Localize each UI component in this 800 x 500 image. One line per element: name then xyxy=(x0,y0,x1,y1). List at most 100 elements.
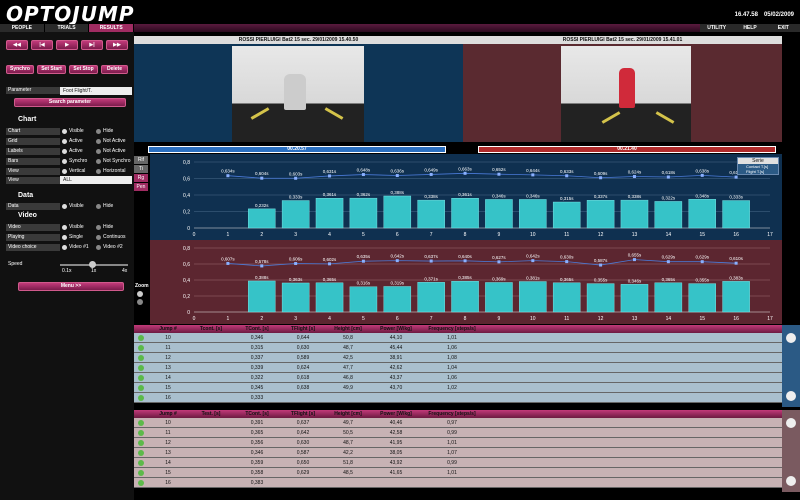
video-option2-radio[interactable] xyxy=(96,235,101,240)
line-point[interactable] xyxy=(294,262,298,266)
line-point[interactable] xyxy=(226,261,230,265)
nav-utility[interactable]: UTILITY xyxy=(700,24,733,32)
bar[interactable] xyxy=(349,286,378,313)
prev-button[interactable]: |◀ xyxy=(31,40,53,50)
row-check-icon[interactable] xyxy=(134,438,148,447)
scroll-down[interactable] xyxy=(786,391,796,401)
set-stop-button[interactable]: Set Stop xyxy=(69,65,98,74)
nav-help[interactable]: HELP xyxy=(733,24,766,32)
bar[interactable] xyxy=(485,282,513,313)
nav-exit[interactable]: EXIT xyxy=(767,24,800,32)
row-check-icon[interactable] xyxy=(134,448,148,457)
bar[interactable] xyxy=(248,208,276,229)
table-row[interactable]: 10 0,391 0,637 49,7 40,46 0,97 xyxy=(134,418,782,428)
row-check-icon[interactable] xyxy=(134,333,148,342)
search-parameter-button[interactable]: Search parameter xyxy=(14,98,126,107)
table2-scrollbar[interactable] xyxy=(782,410,800,492)
line-point[interactable] xyxy=(226,174,230,178)
video-option2-radio[interactable] xyxy=(96,245,101,250)
parameter-select[interactable]: Foot Flight/T. xyxy=(60,87,132,95)
video-option1-radio[interactable] xyxy=(62,225,67,230)
side-btn-3[interactable]: Rg xyxy=(134,174,148,182)
bar[interactable] xyxy=(688,199,716,229)
table-row[interactable]: 10 0,346 0,644 50,8 44,10 1,01 xyxy=(134,333,782,343)
bar[interactable] xyxy=(451,281,479,313)
data-visible-radio[interactable] xyxy=(62,204,67,209)
line-point[interactable] xyxy=(565,174,569,178)
table-row[interactable]: 16 0,333 xyxy=(134,393,782,403)
bar[interactable] xyxy=(281,200,310,229)
side-btn-2[interactable]: Ti xyxy=(134,165,148,173)
line-point[interactable] xyxy=(599,263,603,267)
video-option1-radio[interactable] xyxy=(62,245,67,250)
table-row[interactable]: 11 0,365 0,642 50,5 42,58 0,99 xyxy=(134,428,782,438)
row-check-icon[interactable] xyxy=(134,478,148,487)
line-point[interactable] xyxy=(531,173,535,177)
scroll-up[interactable] xyxy=(786,418,796,428)
chart-option1-radio[interactable] xyxy=(62,159,67,164)
chart-option1-radio[interactable] xyxy=(62,139,67,144)
table-row[interactable]: 15 0,345 0,638 49,9 43,70 1,02 xyxy=(134,383,782,393)
table-row[interactable]: 15 0,358 0,629 48,5 41,65 1,01 xyxy=(134,468,782,478)
bar[interactable] xyxy=(383,195,412,229)
line-point[interactable] xyxy=(328,174,332,178)
line-point[interactable] xyxy=(429,172,433,176)
bar[interactable] xyxy=(552,201,581,229)
line-point[interactable] xyxy=(632,175,636,179)
play-button[interactable]: ▶ xyxy=(56,40,78,50)
bar[interactable] xyxy=(586,283,615,313)
line-point[interactable] xyxy=(294,176,298,180)
nav-people[interactable]: PEOPLE xyxy=(0,24,45,32)
menu-button[interactable]: Menu >> xyxy=(18,282,124,291)
chart-option2-radio[interactable] xyxy=(96,129,101,134)
synchro-button[interactable]: Synchro xyxy=(6,65,34,74)
row-check-icon[interactable] xyxy=(134,418,148,427)
fast-forward-button[interactable]: ▶▶ xyxy=(106,40,128,50)
line-point[interactable] xyxy=(531,259,535,263)
chart-option2-radio[interactable] xyxy=(96,139,101,144)
video1-frame[interactable] xyxy=(232,46,364,142)
video-option2-radio[interactable] xyxy=(96,225,101,230)
side-btn-4[interactable]: Pen xyxy=(134,183,148,191)
bar[interactable] xyxy=(620,284,649,313)
line-point[interactable] xyxy=(260,264,264,268)
line-point[interactable] xyxy=(700,173,704,177)
bar[interactable] xyxy=(315,282,344,313)
bar[interactable] xyxy=(688,283,716,313)
chart-option1-radio[interactable] xyxy=(62,169,67,174)
bar[interactable] xyxy=(451,198,479,229)
video1-progress[interactable]: 00.20.57 xyxy=(148,146,446,153)
video2-progress[interactable]: 00.21.40 xyxy=(478,146,776,153)
line-point[interactable] xyxy=(260,176,264,180)
line-point[interactable] xyxy=(361,173,365,177)
line-point[interactable] xyxy=(429,259,433,263)
row-check-icon[interactable] xyxy=(134,468,148,477)
zoom-radio-1[interactable] xyxy=(137,291,143,297)
bar[interactable] xyxy=(519,281,547,313)
table-row[interactable]: 11 0,315 0,630 48,7 45,44 1,06 xyxy=(134,343,782,353)
row-check-icon[interactable] xyxy=(134,383,148,392)
bar[interactable] xyxy=(349,197,378,229)
bar[interactable] xyxy=(654,201,683,229)
chart-option2-radio[interactable] xyxy=(96,159,101,164)
bar[interactable] xyxy=(552,282,581,313)
video-option1-radio[interactable] xyxy=(62,235,67,240)
table-row[interactable]: 12 0,337 0,589 42,5 38,91 1,08 xyxy=(134,353,782,363)
bar[interactable] xyxy=(417,199,445,229)
set-start-button[interactable]: Set Start xyxy=(37,65,66,74)
bar[interactable] xyxy=(722,281,750,313)
row-check-icon[interactable] xyxy=(134,428,148,437)
row-check-icon[interactable] xyxy=(134,393,148,402)
line-point[interactable] xyxy=(666,175,670,179)
nav-trials[interactable]: TRIALS xyxy=(45,24,90,32)
bar[interactable] xyxy=(248,280,276,313)
bar[interactable] xyxy=(620,199,649,229)
row-check-icon[interactable] xyxy=(134,373,148,382)
bar[interactable] xyxy=(722,200,750,229)
delete-button[interactable]: Delete xyxy=(101,65,128,74)
row-check-icon[interactable] xyxy=(134,363,148,372)
table-row[interactable]: 16 0,383 xyxy=(134,478,782,488)
row-check-icon[interactable] xyxy=(134,343,148,352)
line-point[interactable] xyxy=(734,261,738,265)
speed-slider-knob[interactable] xyxy=(89,261,96,268)
